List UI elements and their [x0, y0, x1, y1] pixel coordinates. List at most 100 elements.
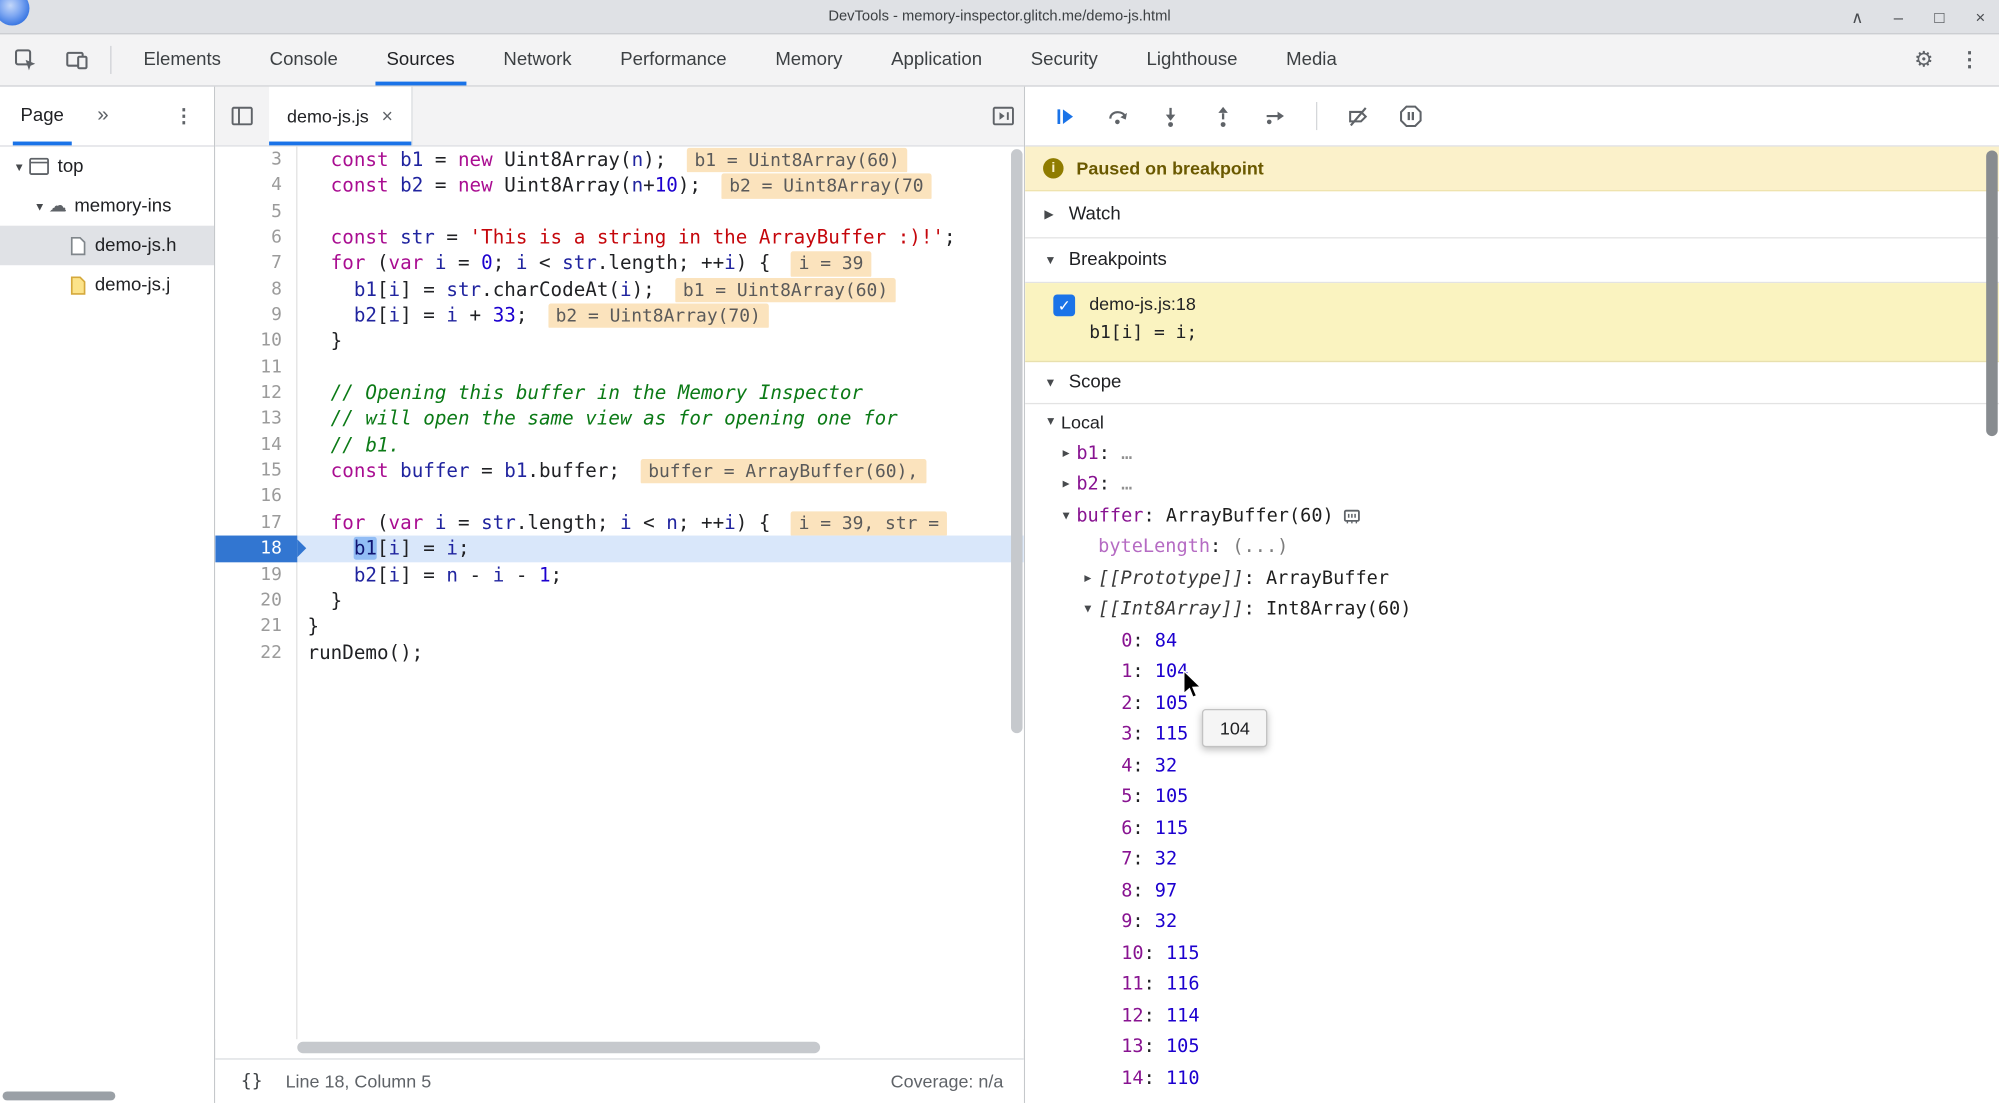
code-line-12[interactable]: 12 // Opening this buffer in the Memory …: [215, 380, 1024, 406]
collapse-button[interactable]: ∧: [1846, 0, 1868, 34]
line-number[interactable]: 16: [215, 484, 297, 510]
collapse-arrow-icon[interactable]: ▼: [1040, 416, 1061, 429]
code-line-11[interactable]: 11: [215, 354, 1024, 380]
line-number[interactable]: 18: [215, 535, 307, 562]
editor-toolbar-right-icon[interactable]: [991, 87, 1024, 146]
navigator-menu-icon[interactable]: ⋮: [174, 105, 193, 128]
scope-row[interactable]: 5: 105: [1025, 782, 1999, 813]
scope-row[interactable]: ▼ [[Int8Array]]: Int8Array(60): [1025, 594, 1999, 625]
editor-vertical-scrollbar[interactable]: [1011, 147, 1023, 1040]
code-text[interactable]: for (var i = 0; i < str.length; ++i) {i …: [297, 250, 1024, 277]
minimize-button[interactable]: –: [1888, 0, 1910, 34]
close-button[interactable]: ×: [1970, 0, 1992, 34]
line-number[interactable]: 20: [215, 588, 297, 614]
code-text[interactable]: const b2 = new Uint8Array(n+10); b2 = Uin…: [297, 173, 1024, 199]
line-number[interactable]: 17: [215, 510, 297, 536]
tab-lighthouse[interactable]: Lighthouse: [1122, 34, 1262, 85]
code-line-5[interactable]: 5: [215, 199, 1024, 225]
code-text[interactable]: // Opening this buffer in the Memory Ins…: [297, 380, 1024, 406]
expand-arrow-icon[interactable]: ▶: [1056, 447, 1077, 460]
collapse-arrow-icon[interactable]: ▼: [1056, 510, 1077, 523]
line-number[interactable]: 11: [215, 354, 297, 380]
resume-button[interactable]: [1043, 97, 1087, 135]
memory-inspector-icon[interactable]: [1341, 507, 1362, 525]
code-line-20[interactable]: 20 }: [215, 588, 1024, 614]
code-text[interactable]: [297, 199, 1024, 225]
line-number[interactable]: 12: [215, 380, 297, 406]
code-line-18[interactable]: 18 b1[i] = i;: [215, 535, 1024, 562]
pretty-print-button[interactable]: {}: [241, 1071, 263, 1091]
scope-row[interactable]: 11: 116: [1025, 969, 1999, 1000]
scope-row[interactable]: 7: 32: [1025, 844, 1999, 875]
tree-item-memory-ins[interactable]: ▼ ☁ memory-ins: [0, 186, 214, 226]
code-text[interactable]: const str = 'This is a string in the Arr…: [297, 224, 1024, 250]
tab-console[interactable]: Console: [245, 34, 362, 85]
scrollbar-thumb[interactable]: [1986, 150, 1998, 437]
tab-page[interactable]: Page: [12, 87, 72, 146]
scrollbar-thumb[interactable]: [297, 1041, 821, 1054]
code-line-6[interactable]: 6 const str = 'This is a string in the A…: [215, 224, 1024, 250]
line-number[interactable]: 13: [215, 406, 297, 432]
scope-row[interactable]: 6: 115: [1025, 813, 1999, 844]
scope-section-local[interactable]: ▼ Local: [1025, 407, 1999, 438]
tree-arrow-icon[interactable]: ▼: [31, 200, 49, 213]
scope-row[interactable]: 1: 104: [1025, 657, 1999, 688]
scope-row[interactable]: 14: 110: [1025, 1063, 1999, 1094]
line-number[interactable]: 4: [215, 173, 297, 199]
toggle-navigator-icon[interactable]: [215, 87, 269, 146]
step-into-button[interactable]: [1148, 97, 1192, 135]
step-over-button[interactable]: [1096, 97, 1140, 135]
debugger-vertical-scrollbar[interactable]: [1986, 147, 1998, 1103]
code-text[interactable]: for (var i = str.length; i < n; ++i) {i …: [297, 510, 1024, 536]
tree-item-demo-js-j[interactable]: demo-js.j: [0, 265, 214, 305]
close-tab-icon[interactable]: ×: [382, 105, 393, 127]
line-number[interactable]: 14: [215, 432, 297, 458]
code-text[interactable]: b1[i] = i;: [297, 535, 1024, 562]
code-text[interactable]: b2[i] = i + 33; b2 = Uint8Array(70): [297, 302, 1024, 329]
navigator-horizontal-scrollbar[interactable]: [2, 1091, 116, 1101]
scope-row[interactable]: 2: 105: [1025, 688, 1999, 719]
editor-tab-demo-js[interactable]: demo-js.js ×: [269, 86, 413, 146]
line-number[interactable]: 5: [215, 199, 297, 225]
scope-row[interactable]: ▼ buffer: ArrayBuffer(60): [1025, 500, 1999, 531]
expand-arrow-icon[interactable]: ▶: [1078, 572, 1099, 585]
inspect-element-icon[interactable]: [0, 34, 51, 85]
scope-row[interactable]: ▶ b2: …: [1025, 469, 1999, 500]
scope-row[interactable]: 9: 32: [1025, 907, 1999, 938]
tab-memory[interactable]: Memory: [751, 34, 867, 85]
code-line-4[interactable]: 4 const b2 = new Uint8Array(n+10); b2 = U…: [215, 173, 1024, 199]
tab-security[interactable]: Security: [1006, 34, 1122, 85]
tree-item-top[interactable]: ▼ top: [0, 147, 214, 187]
code-text[interactable]: b1[i] = str.charCodeAt(i); b1 = Uint8Arra…: [297, 276, 1024, 303]
code-line-7[interactable]: 7 for (var i = 0; i < str.length; ++i) {…: [215, 250, 1024, 277]
editor-horizontal-scrollbar[interactable]: [297, 1041, 1012, 1054]
code-line-10[interactable]: 10 }: [215, 328, 1024, 354]
expand-arrow-icon[interactable]: ▶: [1056, 478, 1077, 491]
line-number[interactable]: 3: [215, 147, 297, 173]
line-number[interactable]: 10: [215, 328, 297, 354]
tree-arrow-icon[interactable]: ▼: [10, 160, 28, 173]
tab-elements[interactable]: Elements: [119, 34, 245, 85]
code-text[interactable]: // will open the same view as for openin…: [297, 406, 1024, 432]
line-number[interactable]: 15: [215, 458, 297, 484]
scope-row[interactable]: 12: 114: [1025, 1000, 1999, 1031]
tab-application[interactable]: Application: [867, 34, 1007, 85]
scope-row[interactable]: ▶ [[Prototype]]: ArrayBuffer: [1025, 563, 1999, 594]
code-line-15[interactable]: 15 const buffer = b1.buffer; buffer = Arr…: [215, 458, 1024, 484]
line-number[interactable]: 6: [215, 224, 297, 250]
code-line-21[interactable]: 21}: [215, 614, 1024, 640]
pause-on-exceptions-button[interactable]: [1389, 97, 1433, 135]
scrollbar-thumb[interactable]: [1011, 149, 1023, 734]
code-line-22[interactable]: 22 runDemo();: [215, 640, 1024, 666]
breakpoint-entry[interactable]: ✓ demo-js.js:18 b1[i] = i;: [1025, 283, 1999, 363]
tree-item-demo-js-h[interactable]: demo-js.h: [0, 225, 214, 266]
code-text[interactable]: // b1.: [297, 432, 1024, 458]
code-line-19[interactable]: 19 b2[i] = n - i - 1;: [215, 562, 1024, 588]
tab-network[interactable]: Network: [479, 34, 596, 85]
scope-row[interactable]: 8: 97: [1025, 875, 1999, 906]
code-text[interactable]: const buffer = b1.buffer; buffer = ArrayB…: [297, 458, 1024, 484]
code-text[interactable]: }: [297, 614, 1024, 640]
line-number[interactable]: 19: [215, 562, 297, 588]
code-text[interactable]: const b1 = new Uint8Array(n); b1 = Uint8A…: [297, 147, 1024, 173]
line-number[interactable]: 22: [215, 640, 297, 666]
